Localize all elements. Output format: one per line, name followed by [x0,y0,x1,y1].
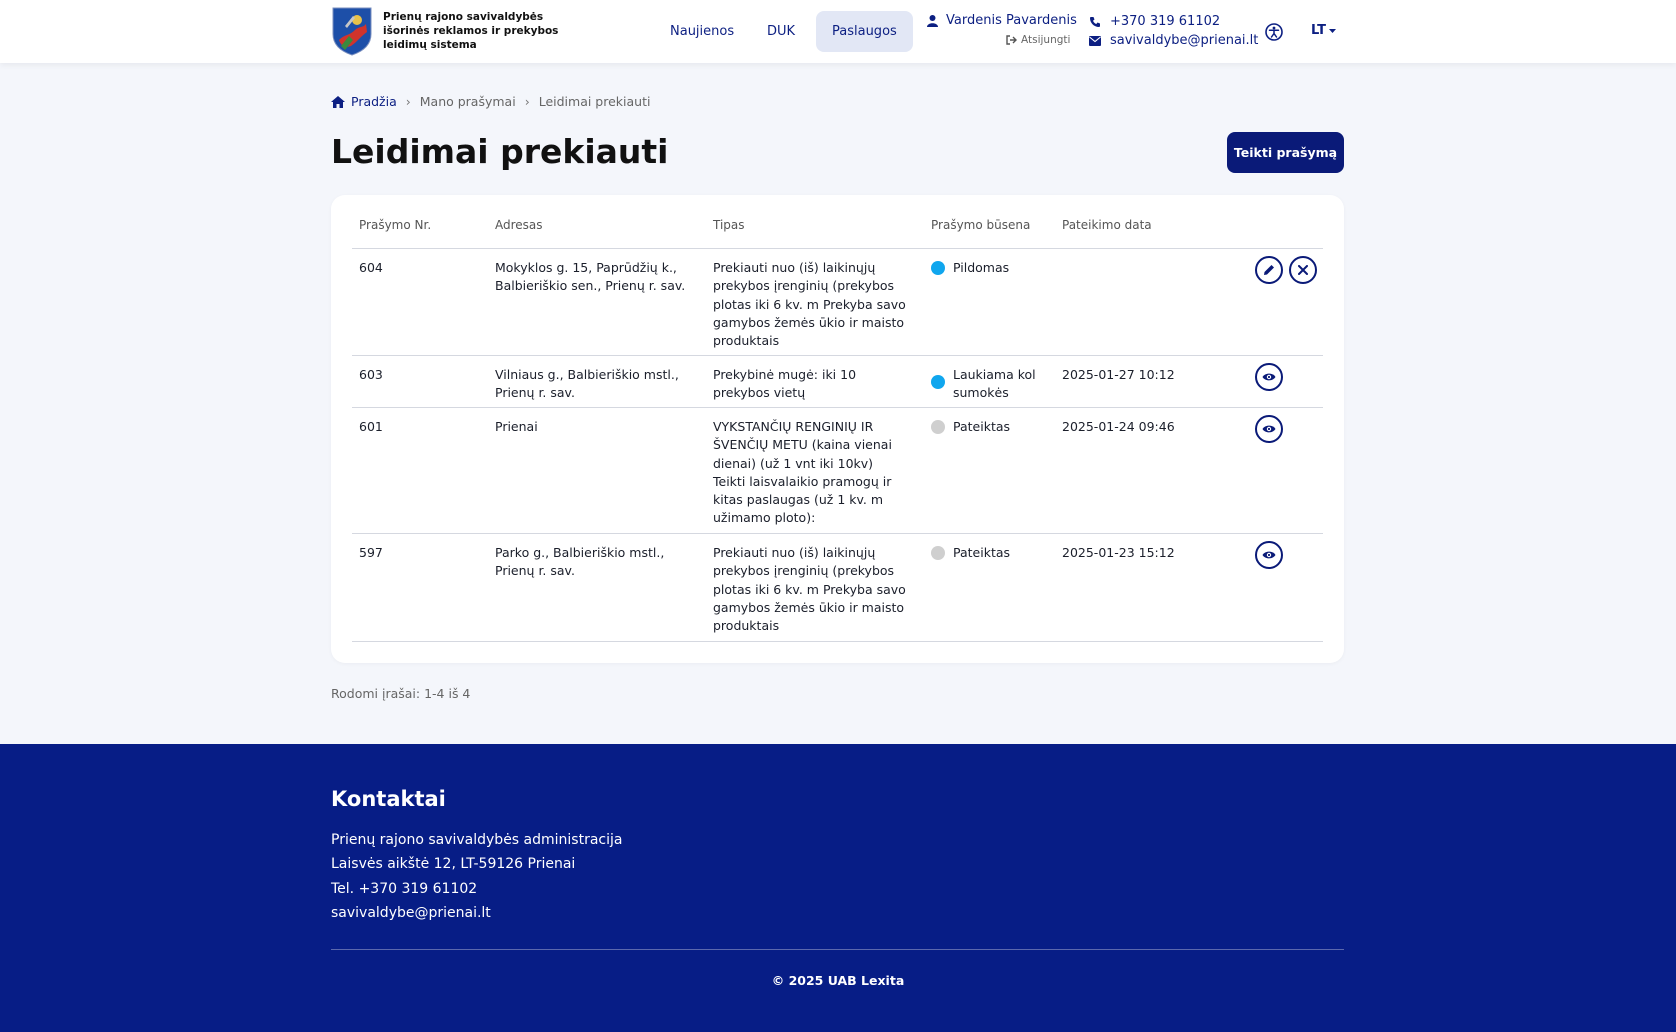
table-bottom-border [352,641,1323,642]
logout-icon [1006,35,1017,45]
request-number: 597 [359,545,383,560]
status-label: Pildomas [953,260,1010,275]
request-address: Prienai [495,419,538,434]
request-address: Parko g., Balbieriškio mstl., Prienų r. … [495,545,665,579]
request-number: 603 [359,367,383,382]
language-label: LT [1311,23,1326,38]
page-title: Leidimai prekiauti [331,132,669,171]
breadcrumb-item-current: Leidimai prekiauti [538,94,651,109]
request-number: 601 [359,419,383,434]
column-header-status: Prašymo būsena [931,218,1031,232]
caret-down-icon [1329,28,1336,33]
eye-icon [1262,551,1276,559]
logout-label: Atsijungti [1021,34,1071,46]
site-footer: Kontaktai Prienų rajono savivaldybės adm… [0,744,1676,1032]
status-label: Pateiktas [953,419,1011,434]
copyright: © 2025 UAB Lexita [771,973,905,988]
table-row: 603 Vilniaus g., Balbieriškio mstl., Pri… [352,355,1323,407]
breadcrumb-home-label: Pradžia [351,94,397,109]
cancel-button[interactable] [1289,256,1317,284]
footer-phone[interactable]: Tel. +370 319 61102 [331,881,477,897]
site-name[interactable]: Prienų rajono savivaldybės išorinės rekl… [383,10,563,52]
status-badge: Pateiktas [931,418,1041,436]
column-header-address: Adresas [495,218,543,232]
request-type: Prekiauti nuo (iš) laikinųjų prekybos įr… [713,260,906,349]
request-number: 604 [359,260,383,275]
breadcrumb: Pradžia › Mano prašymai › Leidimai preki… [331,94,650,109]
status-badge: Laukiama kol sumokės [931,366,1041,403]
footer-divider [331,949,1344,950]
site-header: Prienų rajono savivaldybės išorinės rekl… [0,0,1676,63]
eye-icon [1262,373,1276,381]
view-button[interactable] [1255,415,1283,443]
nav-duk[interactable]: DUK [751,11,811,52]
request-type: VYKSTANČIŲ RENGINIŲ IR ŠVENČIŲ METU (kai… [713,419,892,526]
nav-paslaugos[interactable]: Paslaugos [816,11,913,52]
user-icon [927,14,938,27]
column-header-date: Pateikimo data [1062,218,1152,232]
submission-date: 2025-01-27 10:12 [1062,367,1175,382]
logout-link[interactable]: Atsijungti [1006,34,1070,46]
request-address: Vilniaus g., Balbieriškio mstl., Prienų … [495,367,679,401]
user-block: Vardenis Pavardenis Atsijungti [927,13,1077,46]
submission-date: 2025-01-24 09:46 [1062,419,1175,434]
table-row: 601 Prienai VYKSTANČIŲ RENGINIŲ IR ŠVENČ… [352,407,1323,533]
view-button[interactable] [1255,363,1283,391]
table-row: 597 Parko g., Balbieriškio mstl., Prienų… [352,533,1323,641]
home-icon [331,95,345,108]
language-selector[interactable]: LT [1311,23,1336,38]
footer-address: Laisvės aikštė 12, LT-59126 Prienai [331,856,576,872]
status-badge: Pildomas [931,259,1041,277]
accessibility-icon[interactable] [1265,23,1283,41]
request-type: Prekiauti nuo (iš) laikinųjų prekybos įr… [713,545,906,634]
breadcrumb-separator: › [524,94,530,109]
header-phone[interactable]: +370 319 61102 [1089,14,1220,29]
phone-text: +370 319 61102 [1110,14,1221,29]
view-button[interactable] [1255,541,1283,569]
footer-email[interactable]: savivaldybe@prienai.lt [331,905,491,921]
table-row: 604 Mokyklos g. 15, Paprūdžių k., Balbie… [352,248,1323,355]
column-header-number: Prašymo Nr. [359,218,432,232]
status-dot [931,375,945,389]
column-header-type: Tipas [713,218,745,232]
requests-table-card: Prašymo Nr. Adresas Tipas Prašymo būsena… [331,195,1344,663]
footer-title: Kontaktai [331,787,446,811]
header-email[interactable]: savivaldybe@prienai.lt [1089,33,1258,48]
breadcrumb-home[interactable]: Pradžia [331,94,397,109]
submit-request-button[interactable]: Teikti prašymą [1227,132,1344,173]
user-name: Vardenis Pavardenis [946,13,1077,28]
close-icon [1298,265,1308,275]
breadcrumb-item-requests[interactable]: Mano prašymai [420,94,516,109]
edit-button[interactable] [1255,256,1283,284]
envelope-icon [1089,35,1101,46]
breadcrumb-separator: › [405,94,411,109]
user-menu[interactable]: Vardenis Pavardenis [927,13,1077,28]
request-type: Prekybinė mugė: iki 10 prekybos vietų [713,367,857,401]
status-dot [931,546,945,560]
eye-icon [1262,425,1276,433]
nav-naujienos[interactable]: Naujienos [654,11,750,52]
request-address: Mokyklos g. 15, Paprūdžių k., Balbierišk… [495,260,686,294]
status-dot [931,261,945,275]
records-count: Rodomi įrašai: 1-4 iš 4 [331,686,471,701]
pencil-icon [1264,265,1274,275]
footer-organization: Prienų rajono savivaldybės administracij… [331,832,623,848]
submission-date: 2025-01-23 15:12 [1062,545,1175,560]
status-dot [931,420,945,434]
status-label: Laukiama kol sumokės [953,367,1036,401]
status-badge: Pateiktas [931,544,1041,562]
email-text: savivaldybe@prienai.lt [1110,33,1259,48]
status-label: Pateiktas [953,545,1011,560]
phone-icon [1090,16,1100,27]
coat-of-arms-logo[interactable] [331,6,373,56]
